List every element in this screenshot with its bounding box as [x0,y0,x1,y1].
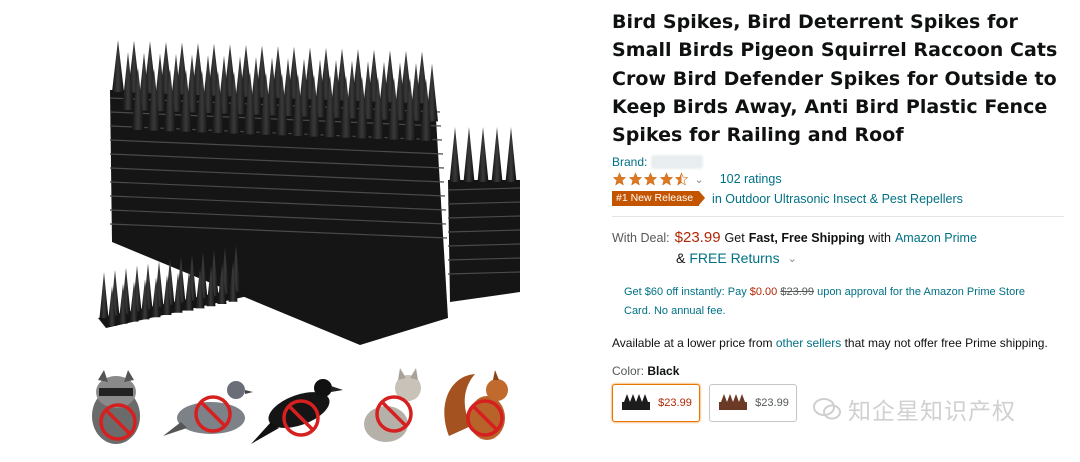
color-value: Black [647,364,680,379]
squirrel-icon [444,370,508,440]
availability-prefix: Available at a lower price from [612,336,773,351]
animal-icons-row [66,366,536,450]
swatch-black-price: $23.99 [658,397,692,410]
brand-name-blurred[interactable] [651,155,704,170]
new-release-badge[interactable]: #1 New Release [612,191,706,207]
cat-icon [364,368,421,442]
half-star-icon [674,172,689,186]
pigeon-icon [163,381,253,436]
swatch-brown-price: $23.99 [755,397,789,410]
availability-text: Available at a lower price from other se… [612,334,1052,352]
badge-row: #1 New Release in Outdoor Ultrasonic Ins… [612,191,1070,207]
promo-banner[interactable]: Get $60 off instantly: Pay $0.00 $23.99 … [612,283,1044,321]
product-title: Bird Spikes, Bird Deterrent Spikes for S… [612,11,1058,147]
swatch-black[interactable]: $23.99 [612,384,700,423]
brand-label: Brand: [612,155,648,170]
returns-row: & FREE Returns ⌄ [612,250,1070,266]
watermark: 知企星知识产权 [812,392,1016,426]
swatch-brown[interactable]: $23.99 [709,384,797,423]
star-icon [612,172,627,186]
product-details: Bird Spikes, Bird Deterrent Spikes for S… [612,8,1070,423]
star-icon [628,172,642,186]
promo-was-price: $23.99 [780,286,815,299]
star-icon [643,172,658,186]
chevron-down-icon[interactable]: ⌄ [788,252,797,265]
divider [612,216,1064,218]
amazon-prime-link[interactable]: Amazon Prime [895,231,977,245]
rating-row: ⌄ 102 ratings [612,172,1070,186]
returns-amp: & [676,250,686,267]
deal-label: With Deal: [612,231,670,246]
brown-spikes-thumbnail [719,394,748,411]
ship-with: with [868,231,891,246]
star-rating[interactable] [612,172,690,186]
promo-prefix: Get $60 off instantly: Pay [624,286,747,299]
category-link[interactable]: in Outdoor Ultrasonic Insect & Pest Repe… [712,192,963,206]
crow-icon [251,379,343,444]
color-label: Color: [612,364,645,379]
chevron-down-icon[interactable]: ⌄ [695,173,704,186]
ship-prefix: Get [724,231,745,246]
black-spikes-thumbnail [622,394,651,411]
raccoon-icon [92,370,140,444]
free-returns-link[interactable]: FREE Returns [689,250,779,266]
deal-row: With Deal: $23.99 Get Fast, Free Shippin… [612,229,1070,246]
fast-free-shipping: Fast, Free Shipping [748,231,865,246]
brand-row: Brand: [612,155,1070,170]
star-icon [659,172,673,186]
ratings-count-link[interactable]: 102 ratings [720,172,782,186]
watermark-text: 知企星知识产权 [848,398,1016,424]
deal-price: $23.99 [674,229,721,247]
wechat-icon [813,398,841,420]
other-sellers-link[interactable]: other sellers [776,336,841,350]
availability-suffix: that may not offer free Prime shipping. [844,336,1048,351]
promo-pay: $0.00 [749,286,778,299]
